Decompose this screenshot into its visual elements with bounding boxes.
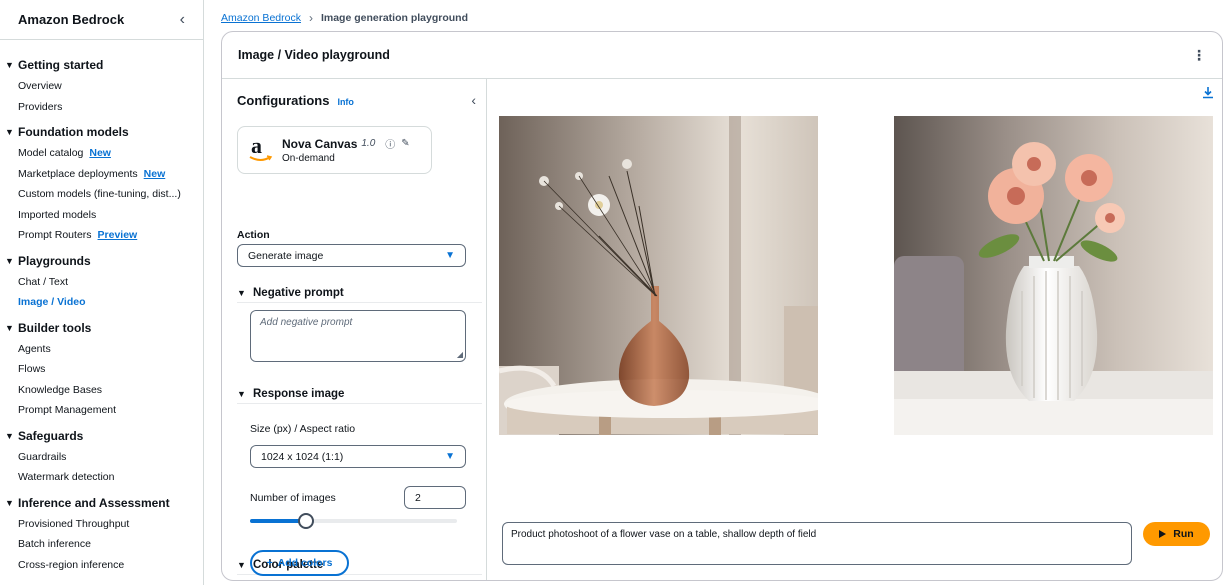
prompt-input[interactable]: Product photoshoot of a flower vase on a… (502, 522, 1132, 565)
model-selector-card[interactable]: a Nova Canvas 1.0 ⓘ ✎ On-demand (237, 126, 432, 174)
sidebar-section-inference: ▼ Inference and Assessment Provisioned Th… (0, 492, 203, 576)
configurations-pane: Configurations Info ‹ a Nova Canvas 1.0 … (222, 79, 487, 580)
generated-image-2[interactable] (894, 116, 1213, 435)
sidebar-item-chat-text[interactable]: Chat / Text (0, 272, 203, 293)
collapse-config-icon[interactable]: ‹ (471, 92, 476, 108)
caret-down-icon: ▼ (5, 127, 14, 137)
playground-panel: Image / Video playground ⋮ Configuration… (221, 31, 1223, 581)
caret-down-icon: ▼ (5, 255, 14, 266)
add-colors-button[interactable]: + Add colors (250, 550, 349, 576)
breadcrumb: Amazon Bedrock › Image generation playgr… (221, 11, 468, 25)
caret-down-icon: ▼ (5, 430, 14, 441)
size-select[interactable]: 1024 x 1024 (1:1) ▼ (250, 445, 466, 468)
section-toggle[interactable]: ▼ Builder tools (0, 317, 203, 339)
side-navigation: Amazon Bedrock ‹ ▼ Getting started Overvi… (0, 0, 204, 585)
collapse-nav-icon[interactable]: ‹ (180, 11, 185, 28)
new-badge[interactable]: New (89, 147, 111, 159)
breadcrumb-root-link[interactable]: Amazon Bedrock (221, 12, 301, 24)
caret-down-icon: ▼ (5, 322, 14, 333)
sidebar-item-agents[interactable]: Agents (0, 339, 203, 360)
response-image-toggle[interactable]: ▼ Response image (237, 384, 482, 404)
sidebar-item-prompt-management[interactable]: Prompt Management (0, 400, 203, 421)
plus-icon: + (266, 557, 273, 569)
caret-down-icon: ▼ (237, 388, 246, 399)
sidebar-item-prompt-routers[interactable]: Prompt Routers Preview (0, 225, 203, 246)
panel-header: Image / Video playground ⋮ (222, 32, 1222, 79)
sidebar-section-playgrounds: ▼ Playgrounds Chat / Text Image / Video (0, 250, 203, 313)
resize-handle-icon[interactable]: ◢ (457, 350, 463, 359)
caret-down-icon: ▼ (445, 250, 455, 261)
sidebar-item-custom-models[interactable]: Custom models (fine-tuning, dist...) (0, 184, 203, 205)
configurations-title: Configurations (237, 93, 330, 108)
caret-down-icon: ▼ (5, 60, 14, 70)
sidebar-item-model-catalog[interactable]: Model catalog New (0, 143, 203, 164)
sidebar-item-marketplace-deployments[interactable]: Marketplace deployments New (0, 164, 203, 185)
sidebar-item-cross-region-inference[interactable]: Cross-region inference (0, 555, 203, 576)
caret-down-icon: ▼ (445, 451, 455, 462)
sidebar-section-getting-started: ▼ Getting started Overview Providers (0, 54, 203, 117)
amazon-logo-icon: a (248, 133, 274, 165)
model-info: Nova Canvas 1.0 ⓘ ✎ On-demand (282, 136, 410, 165)
model-name: Nova Canvas (282, 136, 358, 151)
play-icon (1159, 530, 1167, 538)
section-toggle[interactable]: ▼ Inference and Assessment (0, 492, 203, 514)
sidebar-section-builder-tools: ▼ Builder tools Agents Flows Knowledge Ba… (0, 317, 203, 421)
sidebar-header: Amazon Bedrock ‹ (0, 0, 203, 40)
new-badge[interactable]: New (144, 168, 166, 180)
page-title: Image / Video playground (238, 48, 390, 62)
output-pane: Product photoshoot of a flower vase on a… (488, 79, 1222, 580)
breadcrumb-current: Image generation playground (320, 12, 468, 24)
sidebar-item-overview[interactable]: Overview (0, 76, 203, 97)
sidebar-title[interactable]: Amazon Bedrock (18, 12, 124, 27)
generated-image-1[interactable] (499, 116, 818, 435)
edit-pencil-icon[interactable]: ✎ (401, 138, 409, 149)
chevron-right-icon: › (308, 11, 313, 25)
section-toggle[interactable]: ▼ Safeguards (0, 425, 203, 447)
number-of-images-label: Number of images (250, 492, 336, 504)
negative-prompt-toggle[interactable]: ▼ Negative prompt (237, 283, 482, 303)
info-circle-icon[interactable]: ⓘ (385, 136, 395, 151)
more-options-icon[interactable]: ⋮ (1192, 47, 1206, 64)
sidebar-item-image-video[interactable]: Image / Video (0, 292, 203, 313)
run-button[interactable]: Run (1143, 522, 1210, 546)
negative-prompt-input[interactable]: Add negative prompt ◢ (250, 310, 466, 362)
section-toggle[interactable]: ▼ Foundation models (0, 121, 203, 143)
sidebar-item-providers[interactable]: Providers (0, 97, 203, 118)
action-select[interactable]: Generate image ▼ (237, 244, 466, 267)
slider-thumb[interactable] (297, 513, 314, 529)
number-of-images-input[interactable]: 2 (404, 486, 466, 509)
sidebar-item-imported-models[interactable]: Imported models (0, 205, 203, 226)
sidebar-section-foundation-models: ▼ Foundation models Model catalog New Mark… (0, 121, 203, 246)
info-link[interactable]: Info (337, 97, 354, 107)
size-label: Size (px) / Aspect ratio (250, 423, 356, 435)
model-mode: On-demand (282, 153, 335, 164)
model-version: 1.0 (361, 138, 376, 149)
configurations-header: Configurations Info (237, 93, 354, 108)
sidebar-item-flows[interactable]: Flows (0, 359, 203, 380)
sidebar-item-guardrails[interactable]: Guardrails (0, 447, 203, 468)
number-of-images-slider[interactable] (250, 513, 457, 529)
action-label: Action (237, 229, 270, 241)
sidebar-item-batch-inference[interactable]: Batch inference (0, 534, 203, 555)
caret-down-icon: ▼ (237, 559, 246, 570)
sidebar-item-provisioned-throughput[interactable]: Provisioned Throughput (0, 514, 203, 535)
caret-down-icon: ▼ (237, 287, 246, 298)
caret-down-icon: ▼ (5, 497, 14, 508)
preview-badge[interactable]: Preview (98, 229, 138, 241)
section-toggle[interactable]: ▼ Playgrounds (0, 250, 203, 272)
download-icon[interactable] (1202, 86, 1214, 102)
section-toggle[interactable]: ▼ Getting started (0, 54, 203, 76)
sidebar-body: ▼ Getting started Overview Providers ▼ Fou… (0, 40, 203, 575)
sidebar-section-safeguards: ▼ Safeguards Guardrails Watermark detecti… (0, 425, 203, 488)
sidebar-item-knowledge-bases[interactable]: Knowledge Bases (0, 380, 203, 401)
sidebar-item-watermark-detection[interactable]: Watermark detection (0, 467, 203, 488)
